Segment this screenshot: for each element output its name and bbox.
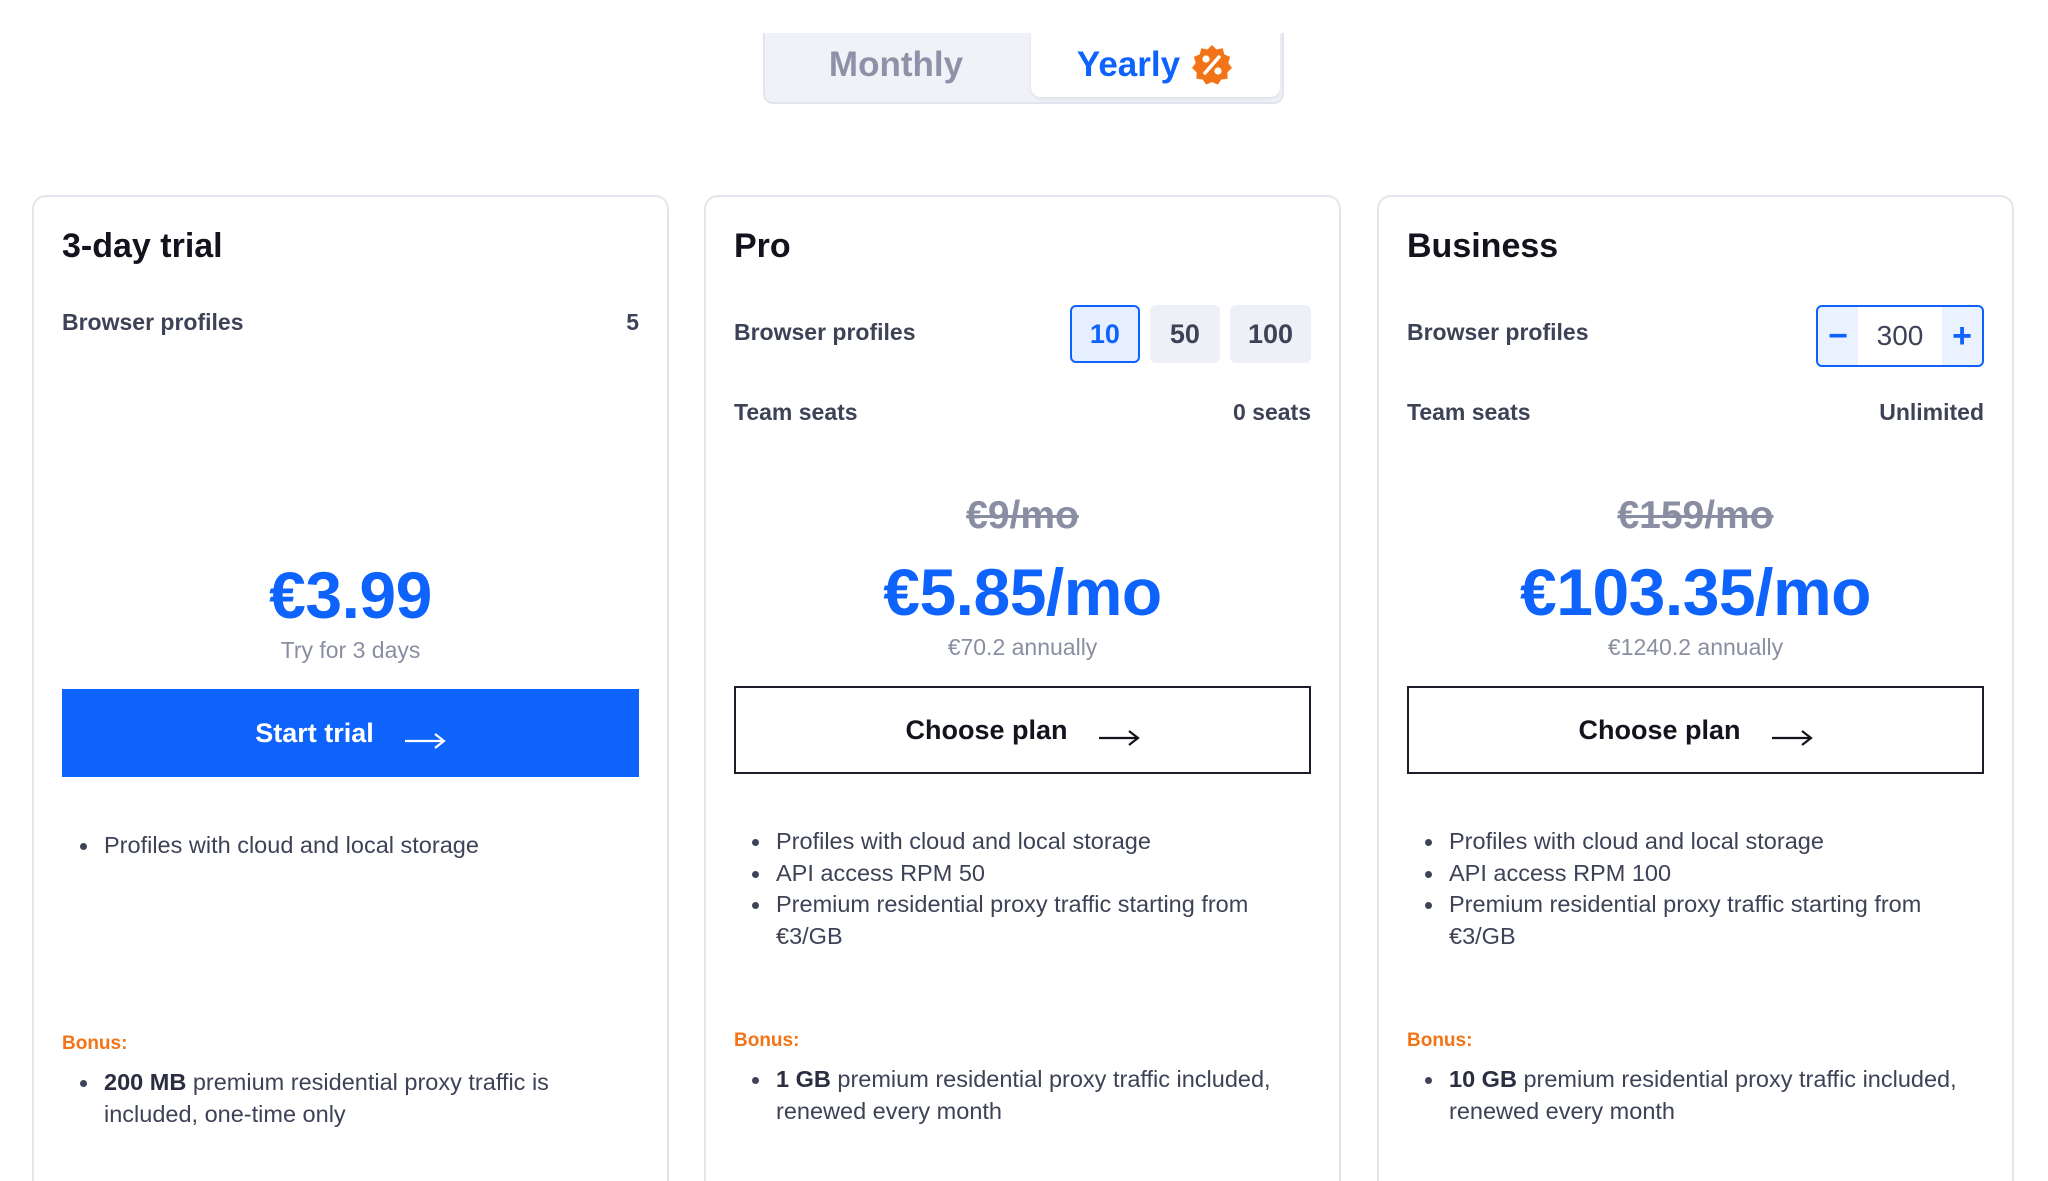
increment-button[interactable]: + [1942,307,1982,365]
plan-price: €5.85/mo [883,555,1162,629]
feature-item: Premium residential proxy traffic starti… [752,889,1311,952]
choose-plan-label: Choose plan [1578,714,1741,745]
team-seats-label: Team seats [734,399,858,425]
bonus-label: Bonus: [1407,1030,1473,1051]
plan-name: 3-day trial [62,227,223,265]
choose-plan-button[interactable]: Choose plan [734,686,1311,774]
feature-item: Premium residential proxy traffic starti… [1425,889,1984,952]
plan-price: €103.35/mo [1520,555,1871,629]
browser-profiles-label: Browser profiles [1407,319,1589,345]
bonus-item: 1 GB premium residential proxy traffic i… [752,1064,1311,1127]
browser-profiles-value: 5 [626,309,639,335]
bonus-list: 10 GB premium residential proxy traffic … [1425,1064,1984,1127]
old-price: €159/mo [1617,494,1774,537]
team-seats-label: Team seats [1407,399,1531,425]
browser-profiles-label: Browser profiles [62,309,244,335]
feature-list: Profiles with cloud and local storage AP… [752,826,1311,952]
arrow-right-icon [404,725,446,749]
arrow-right-icon [1098,722,1140,746]
profile-option-100[interactable]: 100 [1229,305,1311,363]
plan-name: Business [1407,227,1559,265]
toggle-monthly-label: Monthly [828,45,964,84]
bonus-text: premium residential proxy traffic includ… [776,1066,1271,1124]
toggle-yearly-label: Yearly [1076,45,1181,84]
price-subtitle: €70.2 annually [947,634,1098,660]
bonus-item: 200 MB premium residential proxy traffic… [80,1067,639,1130]
bonus-list: 200 MB premium residential proxy traffic… [80,1067,639,1130]
decrement-button[interactable]: − [1818,307,1858,365]
toggle-monthly[interactable]: Monthly [765,33,1027,97]
bonus-amount: 1 GB [776,1066,831,1092]
team-seats-value: Unlimited [1879,399,1984,425]
plan-name: Pro [734,227,791,265]
profile-option-10[interactable]: 10 [1069,305,1140,363]
profile-options: 10 50 100 [1069,305,1311,363]
plan-card-business: Business Browser profiles − 300 + Team s… [1377,195,2014,1181]
choose-plan-label: Choose plan [905,714,1068,745]
bonus-amount: 200 MB [104,1069,187,1095]
feature-item: Profiles with cloud and local storage [1425,826,1984,858]
bonus-item: 10 GB premium residential proxy traffic … [1425,1064,1984,1127]
browser-profiles-label: Browser profiles [734,319,916,345]
billing-toggle: Monthly Yearly [763,33,1284,104]
toggle-yearly[interactable]: Yearly [1031,33,1280,97]
profiles-stepper: − 300 + [1816,305,1984,367]
profile-option-50[interactable]: 50 [1149,305,1220,363]
bonus-label: Bonus: [734,1030,800,1051]
discount-badge-icon [1190,43,1234,87]
bonus-label: Bonus: [62,1033,128,1054]
start-trial-label: Start trial [255,717,374,748]
feature-item: API access RPM 100 [1425,858,1984,890]
plan-card-trial: 3-day trial Browser profiles 5 €3.99 Try… [32,195,669,1181]
team-seats-value: 0 seats [1232,399,1311,425]
price-subtitle: €1240.2 annually [1607,634,1784,660]
feature-list: Profiles with cloud and local storage AP… [1425,826,1984,952]
bonus-text: premium residential proxy traffic includ… [1449,1066,1957,1124]
plan-card-pro: Pro Browser profiles 10 50 100 Team seat… [704,195,1341,1181]
feature-item: Profiles with cloud and local storage [752,826,1311,858]
arrow-right-icon [1771,722,1813,746]
bonus-list: 1 GB premium residential proxy traffic i… [752,1064,1311,1127]
plan-price: €3.99 [269,558,432,632]
start-trial-button[interactable]: Start trial [62,689,639,777]
bonus-amount: 10 GB [1449,1066,1517,1092]
profiles-stepper-value[interactable]: 300 [1858,307,1942,365]
feature-item: Profiles with cloud and local storage [80,830,639,862]
old-price: €9/mo [966,494,1079,537]
price-subtitle: Try for 3 days [280,637,421,663]
choose-plan-button[interactable]: Choose plan [1407,686,1984,774]
feature-item: API access RPM 50 [752,858,1311,890]
feature-list: Profiles with cloud and local storage [80,830,639,862]
